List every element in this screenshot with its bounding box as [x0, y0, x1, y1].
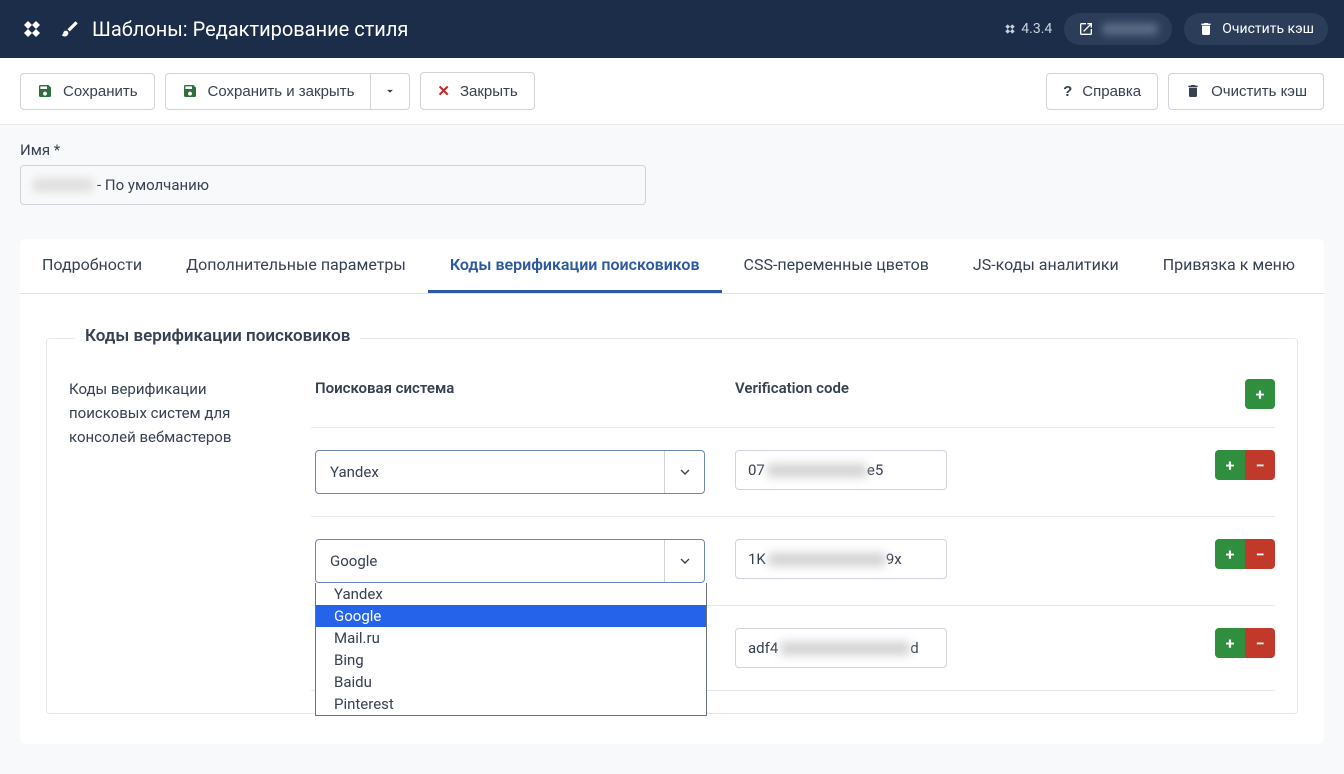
- code-blurred: [780, 642, 910, 655]
- tab-css-vars[interactable]: CSS-переменные цветов: [722, 239, 951, 293]
- save-button[interactable]: Сохранить: [20, 73, 155, 110]
- save-icon: [182, 83, 198, 99]
- code-blurred: [767, 464, 867, 477]
- page-title: Шаблоны: Редактирование стиля: [92, 17, 408, 41]
- site-name-blurred: [1102, 23, 1158, 35]
- chevron-down-icon: [664, 451, 704, 493]
- grid-row: Google Yandex Google Mail.ru Bing: [311, 517, 1275, 606]
- clear-cache-button[interactable]: Очистить кэш: [1168, 73, 1324, 110]
- dropdown-option[interactable]: Bing: [316, 649, 706, 671]
- name-value-blurred: [33, 178, 93, 192]
- engine-cell: Google Yandex Google Mail.ru Bing: [311, 539, 731, 583]
- toolbar: Сохранить Сохранить и закрыть ✕ Закрыть …: [0, 58, 1344, 125]
- verification-code-input[interactable]: adf4 d: [735, 628, 947, 668]
- toolbar-right: ? Справка Очистить кэш: [1046, 73, 1324, 110]
- save-close-group: Сохранить и закрыть: [165, 73, 411, 110]
- panel: Коды верификации поисковиков Коды верифи…: [20, 294, 1324, 744]
- site-link-button[interactable]: [1064, 13, 1172, 45]
- remove-row-button[interactable]: −: [1245, 539, 1275, 569]
- save-close-button[interactable]: Сохранить и закрыть: [165, 73, 372, 110]
- add-row-button[interactable]: +: [1215, 628, 1245, 658]
- topbar-left: Шаблоны: Редактирование стиля: [16, 13, 1003, 45]
- chevron-down-icon: [383, 84, 397, 98]
- name-input[interactable]: - По умолчанию: [20, 165, 646, 205]
- engine-dropdown: Yandex Google Mail.ru Bing Baidu Pintere…: [315, 583, 707, 716]
- clear-cache-top-button[interactable]: Очистить кэш: [1184, 13, 1328, 45]
- close-icon: ✕: [437, 82, 450, 100]
- topbar: Шаблоны: Редактирование стиля 4.3.4 Очис…: [0, 0, 1344, 58]
- dropdown-option[interactable]: Yandex: [316, 583, 706, 605]
- code-cell: 07 e5: [731, 450, 1211, 490]
- col-code-header: Verification code: [731, 379, 1211, 409]
- engine-cell: Yandex: [311, 450, 731, 494]
- remove-row-button[interactable]: −: [1245, 450, 1275, 480]
- code-cell: adf4 d: [731, 628, 1211, 668]
- code-cell: 1K 9x: [731, 539, 1211, 579]
- content: Имя * - По умолчанию Подробности Дополни…: [0, 125, 1344, 774]
- save-dropdown-button[interactable]: [371, 73, 410, 110]
- tab-details[interactable]: Подробности: [20, 239, 164, 293]
- help-button[interactable]: ? Справка: [1046, 73, 1158, 110]
- joomla-logo-icon[interactable]: [16, 13, 48, 45]
- brush-icon: [60, 19, 80, 39]
- verification-fieldset: Коды верификации поисковиков Коды верифи…: [46, 338, 1298, 714]
- name-label: Имя *: [20, 141, 1324, 159]
- help-icon: ?: [1063, 83, 1072, 100]
- code-blurred: [768, 553, 886, 566]
- grid-header: Поисковая система Verification code +: [311, 369, 1275, 428]
- dropdown-option[interactable]: Google: [316, 605, 706, 627]
- dropdown-option[interactable]: Pinterest: [316, 693, 706, 715]
- grid-row: Yandex 07 e5: [311, 428, 1275, 517]
- add-row-button[interactable]: +: [1215, 539, 1245, 569]
- tabs: Подробности Дополнительные параметры Код…: [20, 239, 1324, 294]
- version-badge: 4.3.4: [1003, 21, 1052, 37]
- close-button[interactable]: ✕ Закрыть: [420, 72, 534, 110]
- chevron-down-icon: [664, 540, 704, 582]
- col-add-header: +: [1211, 379, 1275, 409]
- fieldset-row: Коды верификации поисковых систем для ко…: [69, 369, 1275, 691]
- add-row-button[interactable]: +: [1215, 450, 1245, 480]
- tab-advanced[interactable]: Дополнительные параметры: [164, 239, 428, 293]
- tab-js-analytics[interactable]: JS-коды аналитики: [951, 239, 1141, 293]
- tab-menu-assignment[interactable]: Привязка к меню: [1141, 239, 1317, 293]
- engine-select[interactable]: Google Yandex Google Mail.ru Bing: [315, 539, 705, 583]
- external-link-icon: [1078, 21, 1094, 37]
- verification-code-input[interactable]: 07 e5: [735, 450, 947, 490]
- dropdown-option[interactable]: Mail.ru: [316, 627, 706, 649]
- tab-verification[interactable]: Коды верификации поисковиков: [428, 239, 722, 293]
- row-actions: + −: [1211, 539, 1275, 569]
- trash-icon: [1185, 83, 1201, 99]
- grid: Поисковая система Verification code + Ya…: [311, 369, 1275, 691]
- dropdown-option[interactable]: Baidu: [316, 671, 706, 693]
- row-actions: + −: [1211, 628, 1275, 658]
- engine-select[interactable]: Yandex: [315, 450, 705, 494]
- save-icon: [37, 83, 53, 99]
- remove-row-button[interactable]: −: [1245, 628, 1275, 658]
- verification-code-input[interactable]: 1K 9x: [735, 539, 947, 579]
- col-engine-header: Поисковая система: [311, 379, 731, 409]
- fieldset-legend: Коды верификации поисковиков: [75, 326, 360, 346]
- side-label: Коды верификации поисковых систем для ко…: [69, 369, 277, 691]
- row-actions: + −: [1211, 450, 1275, 480]
- add-row-button[interactable]: +: [1245, 379, 1275, 409]
- trash-icon: [1198, 21, 1214, 37]
- topbar-right: 4.3.4 Очистить кэш: [1003, 13, 1328, 45]
